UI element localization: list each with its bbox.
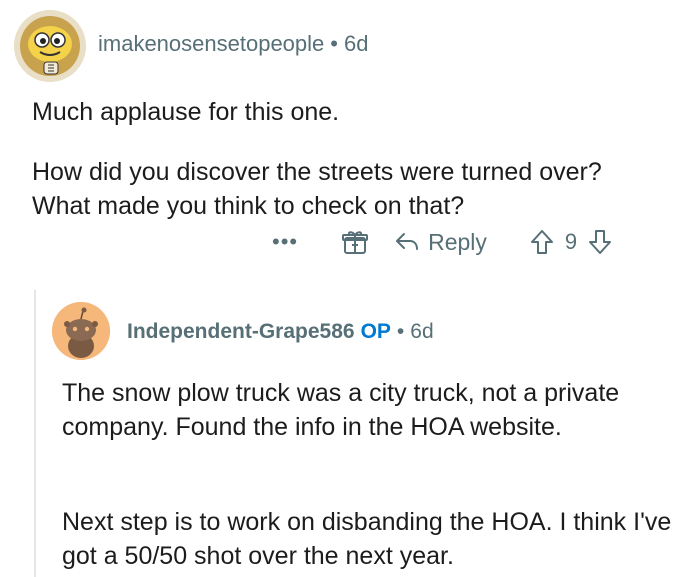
vote-controls: 9 xyxy=(529,228,613,256)
reply-arrow-icon xyxy=(394,231,428,253)
user-avatar-icon[interactable] xyxy=(14,10,86,82)
meta-separator: • xyxy=(396,320,405,343)
reply-label: Reply xyxy=(428,228,487,255)
comment-age: 6d xyxy=(343,31,369,56)
reply-username[interactable]: Independent-Grape586 xyxy=(127,320,355,343)
op-badge: OP xyxy=(360,320,391,343)
reply-paragraph: Next step is to work on disbanding the H… xyxy=(62,508,672,570)
more-options-icon[interactable]: ••• xyxy=(272,231,298,253)
reply-meta: Independent-Grape586 OP • 6d xyxy=(127,320,434,344)
reply-age: 6d xyxy=(410,320,434,343)
vote-count: 9 xyxy=(564,229,578,254)
comment-action-bar: ••• Reply 9 xyxy=(272,224,613,260)
thread-line[interactable] xyxy=(34,290,36,577)
comment-username[interactable]: imakenosensetopeople xyxy=(98,31,324,56)
comment-paragraph: How did you discover the streets were tu… xyxy=(32,158,602,220)
downvote-arrow-icon[interactable] xyxy=(587,228,613,256)
comment-paragraph: Much applause for this one. xyxy=(32,98,340,126)
upvote-arrow-icon[interactable] xyxy=(529,228,555,256)
reply-button[interactable]: Reply xyxy=(394,229,487,256)
award-gift-icon[interactable] xyxy=(340,227,370,257)
reply-paragraph: The snow plow truck was a city truck, no… xyxy=(62,379,620,441)
comment-meta: imakenosensetopeople • 6d xyxy=(98,31,368,57)
meta-separator: • xyxy=(330,31,338,56)
snoo-avatar-icon[interactable] xyxy=(52,302,110,360)
